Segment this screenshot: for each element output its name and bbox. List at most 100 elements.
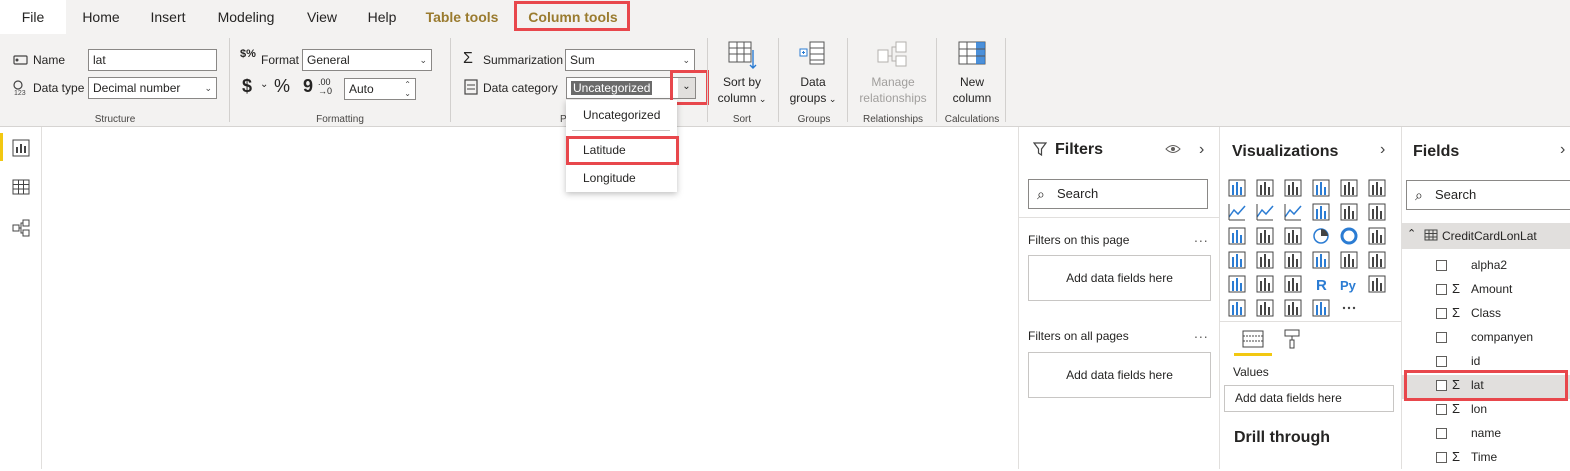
collapse-filters-icon[interactable]: › [1199,141,1204,159]
pie-chart-icon[interactable] [1312,227,1330,245]
card-icon[interactable] [1312,251,1330,269]
dropdown-option-longitude[interactable]: Longitude [583,171,636,185]
summarization-select[interactable]: Sum ⌄ [565,49,695,71]
new-column-button[interactable]: New column [941,74,1003,106]
format-label: Format [261,53,300,67]
filters-page-dropzone[interactable]: Add data fields here [1028,255,1211,301]
stacked-area-icon[interactable] [1284,203,1302,221]
decimal-places-stepper[interactable]: Auto ⌃ ⌄ [344,78,416,100]
tab-help[interactable]: Help [356,0,408,34]
field-checkbox[interactable] [1436,404,1447,415]
line-column-icon[interactable] [1312,203,1330,221]
r-visual-icon[interactable]: R [1312,275,1330,293]
table-header-row[interactable]: ⌃ CreditCardLonLat [1402,223,1570,249]
field-item[interactable]: Σlon [1402,399,1570,423]
clustered-column-icon[interactable] [1312,179,1330,197]
field-checkbox[interactable] [1436,452,1447,463]
collapse-visualizations-icon[interactable]: › [1380,141,1385,159]
dropdown-option-uncategorized[interactable]: Uncategorized [583,108,660,122]
qa-icon[interactable] [1256,299,1274,317]
decimal-places-icon[interactable]: .00 →0 [318,78,332,96]
drill-through-title: Drill through [1234,429,1330,446]
manage-relationships-label-1: Manage [871,75,915,89]
gauge-icon[interactable] [1284,251,1302,269]
tab-table-tools[interactable]: Table tools [412,0,512,34]
field-item[interactable]: companyen [1402,327,1570,351]
chevron-up-icon[interactable]: ⌃ [1407,227,1416,240]
fields-well-icon[interactable] [1242,330,1264,351]
field-item[interactable]: Σ Class [1402,303,1570,327]
data-type-select[interactable]: Decimal number ⌄ [88,77,217,99]
field-item[interactable]: Σ Time [1402,447,1570,471]
format-select[interactable]: General ⌄ [302,49,432,71]
eye-icon[interactable] [1165,143,1181,158]
model-view-icon[interactable] [12,219,30,240]
tab-insert[interactable]: Insert [140,0,196,34]
currency-chevron-icon[interactable]: ⌄ [260,79,268,90]
collapse-fields-icon[interactable]: › [1560,141,1565,159]
sort-by-column-label-2: column [717,91,757,105]
area-chart-icon[interactable] [1256,203,1274,221]
line-chart-icon[interactable] [1228,203,1246,221]
field-item[interactable]: name [1402,423,1570,447]
field-item[interactable]: Σ Amount [1402,279,1570,303]
comma-style-button[interactable]: 9 [303,76,313,97]
summarization-value: Sum [570,53,595,67]
ribbon-chart-icon[interactable] [1368,203,1386,221]
key-influencers-icon[interactable] [1368,275,1386,293]
data-groups-button[interactable]: Data groups ⌄ [786,74,840,107]
sigma-icon: Σ [1452,449,1461,464]
manage-relationships-button[interactable]: Manage relationships [852,74,934,106]
stacked-column-icon[interactable] [1256,179,1274,197]
name-input[interactable]: lat [88,49,217,71]
field-checkbox[interactable] [1436,308,1447,319]
tab-view[interactable]: View [296,0,348,34]
highlight-column-tools [514,1,630,31]
field-checkbox[interactable] [1436,332,1447,343]
100-bar-icon[interactable] [1340,179,1358,197]
sort-by-column-button[interactable]: Sort by column ⌄ [711,74,773,107]
field-checkbox[interactable] [1436,260,1447,271]
funnel-icon[interactable] [1256,227,1274,245]
tab-file[interactable]: File [0,0,66,34]
kpi-icon[interactable] [1368,251,1386,269]
map-icon[interactable] [1228,251,1246,269]
stepper-arrows-icon[interactable]: ⌃ ⌄ [404,80,411,98]
field-checkbox[interactable] [1436,356,1447,367]
stacked-bar-icon[interactable] [1228,179,1246,197]
matrix-icon[interactable] [1284,275,1302,293]
report-view-icon[interactable] [12,139,30,160]
slicer-icon[interactable] [1228,275,1246,293]
donut-chart-icon[interactable] [1340,227,1358,245]
paint-roller-icon[interactable] [1284,329,1300,352]
waterfall-icon[interactable] [1228,227,1246,245]
tab-modeling[interactable]: Modeling [206,0,286,34]
scatter-icon[interactable] [1284,227,1302,245]
data-view-icon[interactable] [12,179,30,198]
decomposition-tree-icon[interactable] [1228,299,1246,317]
more-options-icon[interactable]: ... [1194,229,1209,245]
currency-button[interactable]: $ [242,76,252,97]
clustered-bar-icon[interactable] [1284,179,1302,197]
table-visual-icon[interactable] [1256,275,1274,293]
group-label-sort: Sort [732,114,752,125]
percent-button[interactable]: % [274,76,290,97]
filled-map-icon[interactable] [1256,251,1274,269]
values-dropzone[interactable]: Add data fields here [1224,385,1394,412]
filters-all-pages-dropzone[interactable]: Add data fields here [1028,352,1211,398]
field-checkbox[interactable] [1436,284,1447,295]
treemap-icon[interactable] [1368,227,1386,245]
tab-home[interactable]: Home [72,0,130,34]
filters-search-input[interactable]: ⌕ Search [1028,179,1208,209]
more-options-icon[interactable]: ... [1194,325,1209,341]
field-item[interactable]: alpha2 [1402,255,1570,279]
field-checkbox[interactable] [1436,428,1447,439]
paginated-report-icon[interactable] [1312,299,1330,317]
more-visuals-icon[interactable] [1340,299,1358,317]
100-column-icon[interactable] [1368,179,1386,197]
fields-search-input[interactable]: ⌕ Search [1406,180,1570,210]
smart-narrative-icon[interactable] [1284,299,1302,317]
multirow-card-icon[interactable] [1340,251,1358,269]
python-visual-icon[interactable]: Py [1340,275,1358,293]
line-clustered-icon[interactable] [1340,203,1358,221]
